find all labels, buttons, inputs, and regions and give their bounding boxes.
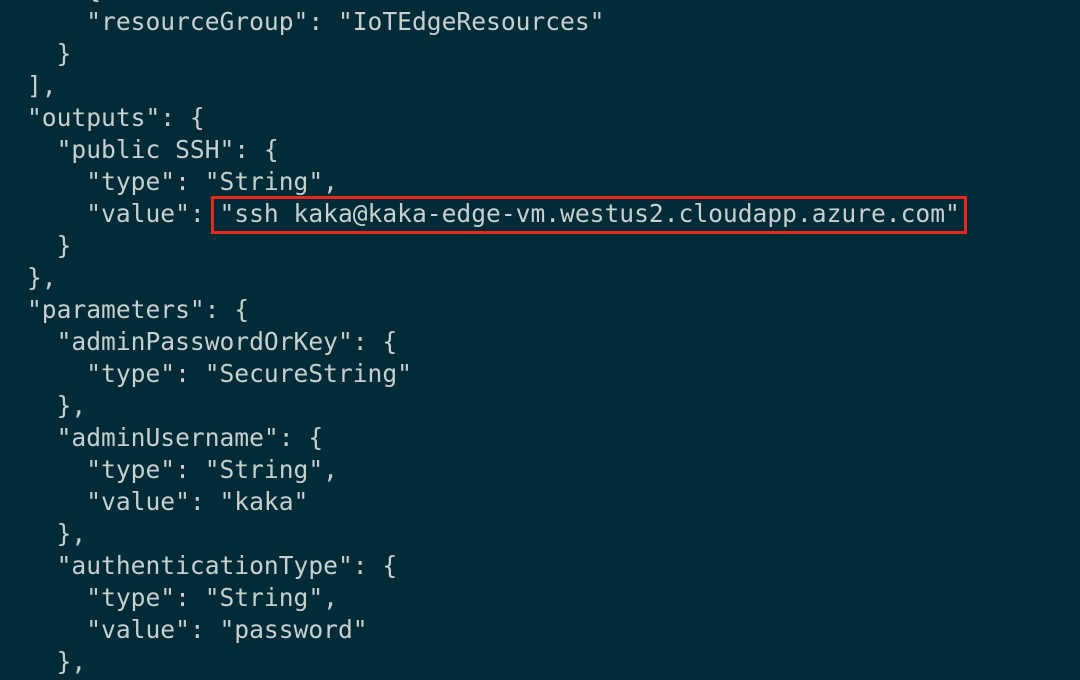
- code-line: "resourceGroup": "IoTEdgeResources": [27, 6, 964, 38]
- code-line: "type": "String",: [27, 582, 964, 614]
- code-text: "parameters": {: [27, 295, 250, 324]
- code-text: "value":: [86, 199, 220, 228]
- code-line: },: [27, 646, 964, 678]
- terminal-window[interactable]: { "resourceGroup": "IoTEdgeResources" }]…: [0, 0, 1080, 680]
- code-text: },: [56, 391, 87, 420]
- code-line: "type": "SecureString": [27, 358, 964, 390]
- code-line: "value": "password": [27, 614, 964, 646]
- code-text: "adminPasswordOrKey": {: [56, 327, 398, 356]
- code-line: }: [27, 230, 964, 262]
- code-text: "resourceGroup": "IoTEdgeResources": [86, 7, 605, 36]
- code-line: }: [27, 38, 964, 70]
- code-text: {: [86, 0, 101, 4]
- code-line: },: [27, 262, 964, 294]
- code-text: "outputs": {: [27, 103, 205, 132]
- code-text: "type": "String",: [86, 455, 338, 484]
- code-text: "authenticationType": {: [56, 551, 398, 580]
- code-line: "outputs": {: [27, 102, 964, 134]
- code-text: "type": "String",: [86, 167, 338, 196]
- code-line: "adminUsername": {: [27, 422, 964, 454]
- code-text: }: [56, 231, 72, 260]
- code-text: "adminUsername": {: [56, 423, 324, 452]
- ssh-command-highlight: "ssh kaka@kaka-edge-vm.westus2.cloudapp.…: [210, 196, 967, 234]
- code-line: "adminPasswordOrKey": {: [27, 326, 964, 358]
- code-line-highlighted: "value": "ssh kaka@kaka-edge-vm.westus2.…: [27, 196, 967, 234]
- code-line: "type": "String",: [27, 166, 964, 198]
- code-line: "public SSH": {: [27, 134, 964, 166]
- code-line: },: [27, 390, 964, 422]
- code-line: "type": "String",: [27, 454, 964, 486]
- code-text: },: [56, 647, 87, 676]
- code-line: "parameters": {: [27, 294, 964, 326]
- code-line: },: [27, 518, 964, 550]
- code-line: ],: [27, 70, 964, 102]
- code-line: "authenticationType": {: [27, 550, 964, 582]
- code-text: "public SSH": {: [56, 135, 279, 164]
- code-text: "value": "kaka": [86, 487, 309, 516]
- code-line: "value": "kaka": [27, 486, 964, 518]
- json-output: { "resourceGroup": "IoTEdgeResources" }]…: [27, 0, 967, 680]
- code-text: },: [56, 519, 87, 548]
- code-text: ],: [27, 71, 57, 100]
- code-text: "type": "String",: [86, 583, 338, 612]
- code-text: "value": "password": [86, 615, 368, 644]
- code-text: },: [27, 263, 57, 292]
- code-text: }: [56, 39, 72, 68]
- code-text: "type": "SecureString": [86, 359, 412, 388]
